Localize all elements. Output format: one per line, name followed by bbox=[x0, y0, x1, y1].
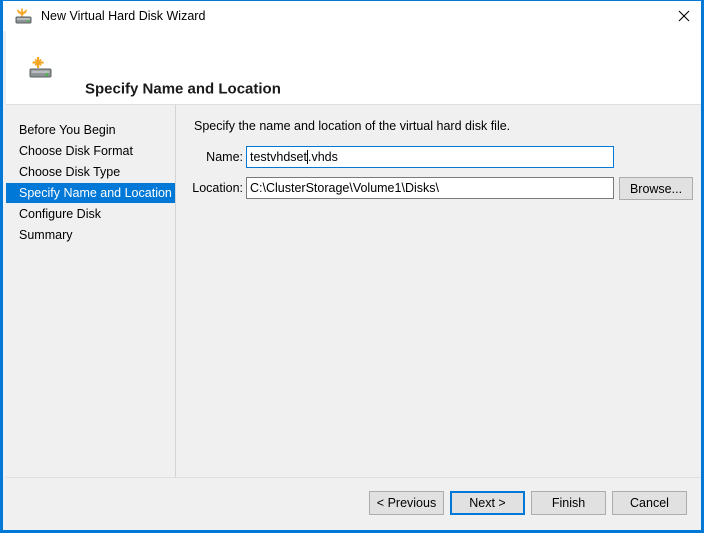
sidebar-item-label: Before You Begin bbox=[19, 123, 116, 137]
sidebar-item-before-you-begin[interactable]: Before You Begin bbox=[6, 120, 175, 140]
sidebar-item-label: Specify Name and Location bbox=[19, 186, 172, 200]
next-button[interactable]: Next > bbox=[450, 491, 525, 515]
previous-button[interactable]: < Previous bbox=[369, 491, 444, 515]
close-icon bbox=[678, 10, 690, 22]
finish-button[interactable]: Finish bbox=[531, 491, 606, 515]
window-title: New Virtual Hard Disk Wizard bbox=[41, 9, 206, 23]
sidebar-item-label: Choose Disk Format bbox=[19, 144, 133, 158]
wizard-footer: < Previous Next > Finish Cancel bbox=[6, 478, 701, 530]
wizard-steps-sidebar: Before You Begin Choose Disk Format Choo… bbox=[6, 105, 175, 477]
new-virtual-hard-disk-wizard-window: New Virtual Hard Disk Wizard Specify Nam bbox=[0, 0, 704, 533]
title-bar: New Virtual Hard Disk Wizard bbox=[3, 0, 701, 31]
sidebar-item-choose-disk-type[interactable]: Choose Disk Type bbox=[6, 162, 175, 182]
name-field-label: Name: bbox=[206, 150, 243, 164]
location-input[interactable]: C:\ClusterStorage\Volume1\Disks\ bbox=[246, 177, 614, 199]
sidebar-item-label: Configure Disk bbox=[19, 207, 101, 221]
wizard-body: Before You Begin Choose Disk Format Choo… bbox=[6, 105, 701, 477]
name-input-value-before-caret: testvhdset bbox=[250, 150, 307, 164]
sidebar-item-label: Choose Disk Type bbox=[19, 165, 121, 179]
location-input-value: C:\ClusterStorage\Volume1\Disks\ bbox=[250, 181, 439, 195]
instruction-text: Specify the name and location of the vir… bbox=[194, 119, 511, 133]
sidebar-item-specify-name-and-location[interactable]: Specify Name and Location bbox=[6, 183, 175, 203]
browse-button[interactable]: Browse... bbox=[619, 177, 693, 200]
hard-disk-new-icon bbox=[28, 56, 54, 82]
page-header: Specify Name and Location bbox=[6, 31, 701, 105]
name-input-value-after-caret: .vhds bbox=[307, 150, 338, 164]
close-button[interactable] bbox=[661, 1, 701, 31]
hard-disk-new-icon bbox=[15, 8, 33, 26]
sidebar-item-configure-disk[interactable]: Configure Disk bbox=[6, 204, 175, 224]
wizard-content: Specify the name and location of the vir… bbox=[176, 105, 701, 477]
cancel-button[interactable]: Cancel bbox=[612, 491, 687, 515]
sidebar-item-summary[interactable]: Summary bbox=[6, 225, 175, 245]
page-title: Specify Name and Location bbox=[85, 80, 281, 98]
sidebar-item-choose-disk-format[interactable]: Choose Disk Format bbox=[6, 141, 175, 161]
location-field-label: Location: bbox=[192, 181, 243, 195]
name-input[interactable]: testvhdset .vhds bbox=[246, 146, 614, 168]
sidebar-item-label: Summary bbox=[19, 228, 73, 242]
